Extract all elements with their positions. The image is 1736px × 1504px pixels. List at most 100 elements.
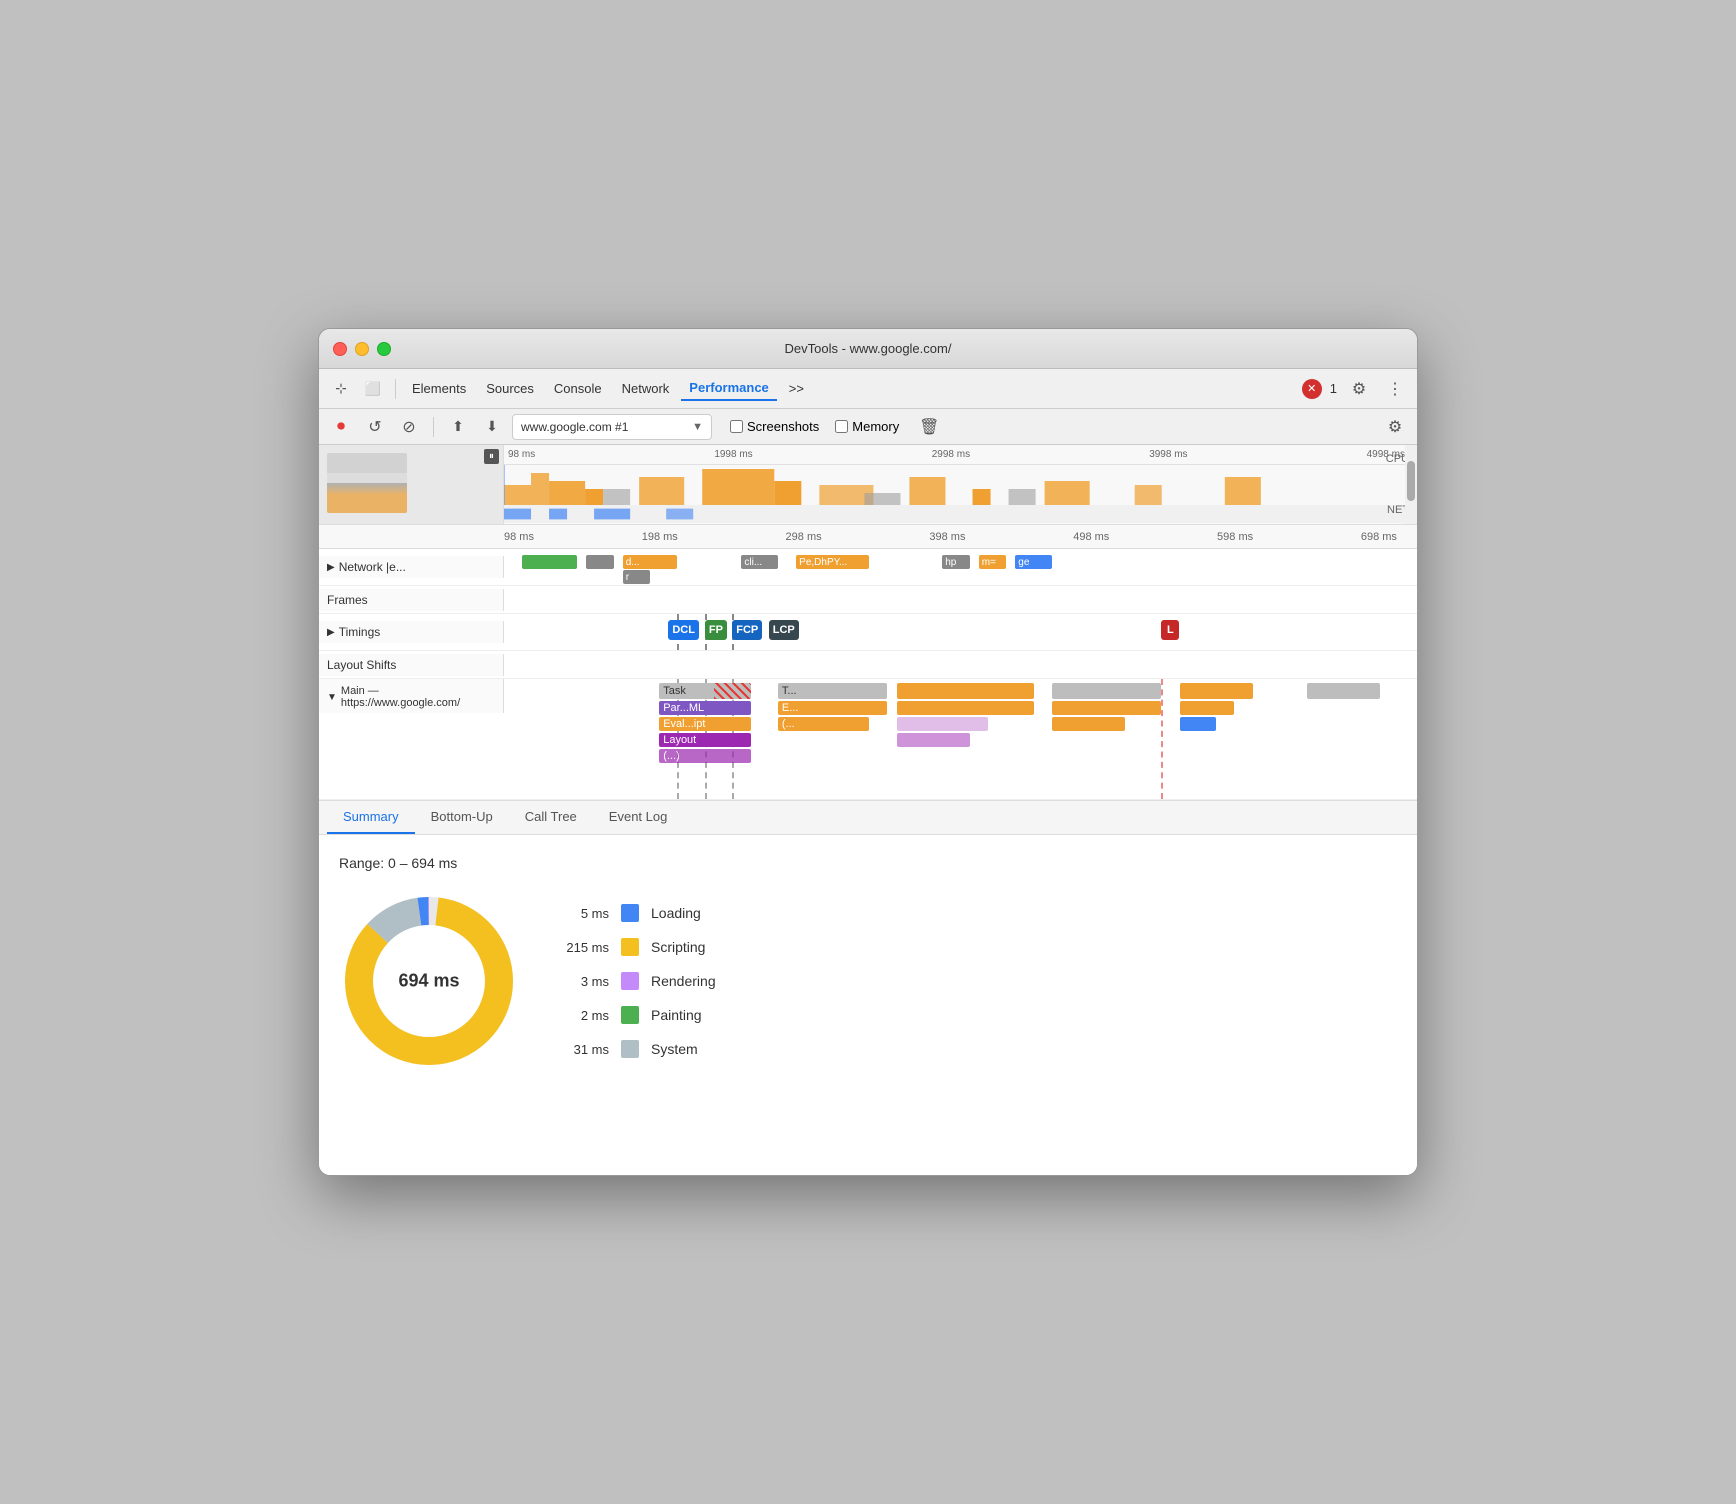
more-options-icon[interactable]: ⋮ — [1381, 375, 1409, 403]
network-expand-icon[interactable]: ▶ — [327, 562, 335, 573]
task-block-task[interactable]: Task — [659, 683, 750, 699]
network-track-label[interactable]: ▶ Network |e... — [319, 556, 504, 578]
net-block-d[interactable]: d... — [623, 555, 678, 569]
rendering-swatch — [621, 972, 639, 990]
perf-settings-icon[interactable]: ⚙ — [1381, 413, 1409, 441]
frames-track: Frames — [319, 586, 1417, 614]
net-block-dhpy[interactable]: Pe,DhPY... — [796, 555, 869, 569]
tab-elements[interactable]: Elements — [404, 377, 474, 400]
task-block-paren[interactable]: (... — [778, 717, 869, 731]
system-swatch — [621, 1040, 639, 1058]
task-block-mid3[interactable] — [897, 717, 988, 731]
scripting-value: 215 ms — [559, 940, 609, 955]
tick-298: 298 ms — [786, 531, 822, 543]
device-icon[interactable]: ⬜ — [359, 375, 387, 403]
scrollbar[interactable] — [1405, 445, 1417, 524]
task-block-end2[interactable] — [1344, 683, 1381, 699]
legend: 5 ms Loading 215 ms Scripting 3 ms Rende… — [559, 904, 716, 1058]
task-block-layout[interactable]: Layout — [659, 733, 750, 747]
inspector-icon[interactable]: ⊹ — [327, 375, 355, 403]
scripting-label: Scripting — [651, 939, 705, 955]
tab-sources[interactable]: Sources — [478, 377, 542, 400]
task-block-mid2[interactable] — [897, 701, 1034, 715]
close-button[interactable] — [333, 342, 347, 356]
minimize-button[interactable] — [355, 342, 369, 356]
tab-event-log[interactable]: Event Log — [593, 801, 684, 834]
layout-shifts-label[interactable]: Layout Shifts — [319, 654, 504, 676]
main-track-label[interactable]: ▼ Main — https://www.google.com/ — [319, 679, 504, 713]
dropdown-arrow-icon[interactable]: ▼ — [692, 421, 703, 433]
clear-button[interactable]: ⊘ — [395, 413, 423, 441]
task-block-parml[interactable]: Par...ML — [659, 701, 750, 715]
layout-shifts-content — [504, 654, 1417, 676]
screenshots-checkbox[interactable] — [730, 420, 743, 433]
timings-expand-icon[interactable]: ▶ — [327, 627, 335, 638]
task-block-mid1[interactable] — [897, 683, 1034, 699]
screenshots-checkbox-group[interactable]: Screenshots — [730, 419, 819, 434]
net-block-cli[interactable]: cli... — [741, 555, 778, 569]
scrollbar-thumb[interactable] — [1407, 461, 1415, 501]
timings-track-label[interactable]: ▶ Timings — [319, 621, 504, 643]
net-block-2[interactable] — [586, 555, 613, 569]
trash-icon[interactable]: 🗑 — [915, 413, 943, 441]
selection-range — [504, 465, 505, 505]
task-block-sub[interactable]: (...) — [659, 749, 750, 763]
download-button[interactable]: ⬇ — [478, 413, 506, 441]
main-toolbar: ⊹ ⬜ Elements Sources Console Network Per… — [319, 369, 1417, 409]
overview-mark-2: 2998 ms — [932, 449, 970, 460]
task-block-mid4[interactable] — [897, 733, 970, 747]
loading-label: Loading — [651, 905, 701, 921]
task-block-fr3[interactable] — [1180, 717, 1217, 731]
task-block-fr2[interactable] — [1180, 701, 1235, 715]
task-block-r3[interactable] — [1052, 717, 1125, 731]
tab-summary[interactable]: Summary — [327, 801, 415, 834]
maximize-button[interactable] — [377, 342, 391, 356]
overview-bar[interactable]: ⏸ 98 ms 1998 ms 2998 ms 3998 ms 4998 ms — [319, 445, 1417, 525]
timing-fcp[interactable]: FCP — [732, 620, 762, 640]
upload-button[interactable]: ⬆ — [444, 413, 472, 441]
tab-console[interactable]: Console — [546, 377, 610, 400]
legend-rendering: 3 ms Rendering — [559, 972, 716, 990]
record-button[interactable]: ⏺ — [327, 413, 355, 441]
task-block-t[interactable]: T... — [778, 683, 888, 699]
timings-track-content: DCL FP FCP LCP L — [504, 614, 1417, 650]
tab-performance[interactable]: Performance — [681, 376, 776, 401]
timeline-area: ⏸ 98 ms 1998 ms 2998 ms 3998 ms 4998 ms — [319, 445, 1417, 801]
timing-l[interactable]: L — [1161, 620, 1179, 640]
settings-icon[interactable]: ⚙ — [1345, 375, 1373, 403]
time-ruler: 98 ms 198 ms 298 ms 398 ms 498 ms 598 ms… — [319, 525, 1417, 549]
task-block-r2[interactable] — [1052, 701, 1162, 715]
timing-lcp[interactable]: LCP — [769, 620, 799, 640]
task-block-fr1[interactable] — [1180, 683, 1253, 699]
memory-checkbox-group[interactable]: Memory — [835, 419, 899, 434]
legend-scripting: 215 ms Scripting — [559, 938, 716, 956]
tab-bottom-up[interactable]: Bottom-Up — [415, 801, 509, 834]
net-block-1[interactable] — [522, 555, 577, 569]
painting-swatch — [621, 1006, 639, 1024]
net-block-ge[interactable]: ge — [1015, 555, 1052, 569]
summary-panel: Range: 0 – 694 ms 694 ms — [319, 835, 1417, 1175]
tick-498: 498 ms — [1073, 531, 1109, 543]
frames-track-label[interactable]: Frames — [319, 589, 504, 611]
net-block-m[interactable]: m= — [979, 555, 1006, 569]
network-track-content: d... cli... Pe,DhPY... hp m= ge r — [504, 549, 1417, 585]
net-block-r[interactable]: r — [623, 570, 650, 584]
tab-more[interactable]: >> — [781, 377, 812, 400]
task-block-e[interactable]: E... — [778, 701, 888, 715]
tab-call-tree[interactable]: Call Tree — [509, 801, 593, 834]
tab-network[interactable]: Network — [614, 377, 678, 400]
reload-record-button[interactable]: ↺ — [361, 413, 389, 441]
timing-dcl[interactable]: DCL — [668, 620, 699, 640]
legend-loading: 5 ms Loading — [559, 904, 716, 922]
painting-value: 2 ms — [559, 1008, 609, 1023]
tick-598: 598 ms — [1217, 531, 1253, 543]
devtools-window: DevTools - www.google.com/ ⊹ ⬜ Elements … — [318, 328, 1418, 1176]
timing-fp[interactable]: FP — [705, 620, 727, 640]
titlebar: DevTools - www.google.com/ — [319, 329, 1417, 369]
memory-checkbox[interactable] — [835, 420, 848, 433]
net-block-hp[interactable]: hp — [942, 555, 969, 569]
task-block-r1[interactable] — [1052, 683, 1162, 699]
task-block-eval[interactable]: Eval...ipt — [659, 717, 750, 731]
main-expand-icon[interactable]: ▼ — [327, 692, 337, 703]
system-label: System — [651, 1041, 698, 1057]
